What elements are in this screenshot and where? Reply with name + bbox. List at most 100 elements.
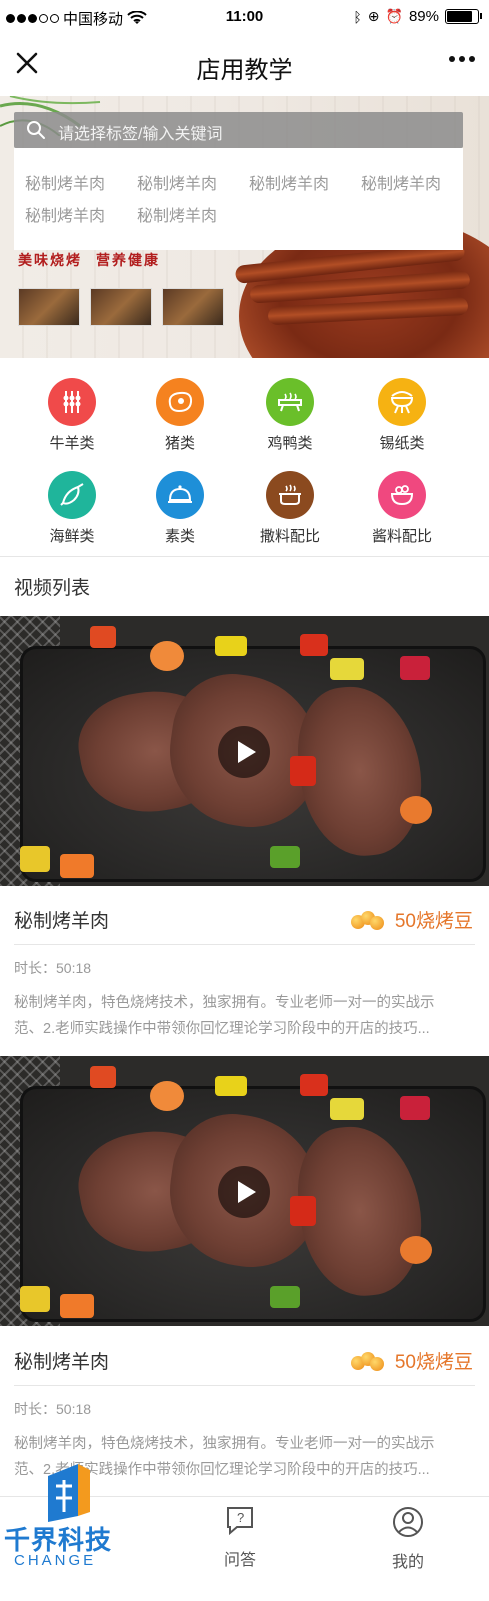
description-line: 秘制烤羊肉，特色烧烤技术，独家拥有。专业老师一对一的实战示 (14, 1436, 435, 1452)
vegetable-image (400, 1236, 432, 1264)
category-label: 锡纸类 (379, 435, 425, 452)
video-description: 秘制烤羊肉，特色烧烤技术，独家拥有。专业老师一对一的实战示 范、2.老师实践操作… (14, 990, 476, 1042)
category-label: 撒料配比 (259, 528, 320, 545)
tab-label: 问答 (223, 1552, 256, 1569)
category-vegetarian[interactable]: 素类 (125, 471, 235, 546)
vegetable-image (215, 1076, 247, 1096)
vegetable-image (300, 1074, 328, 1096)
category-icon-circle (48, 378, 96, 426)
vegetable-image (90, 626, 116, 648)
category-seasoning-ratio[interactable]: 撒料配比 (235, 471, 345, 546)
banner-thumbnail (90, 288, 152, 326)
video-thumbnail[interactable] (0, 1056, 489, 1326)
category-pork[interactable]: 猪类 (125, 378, 235, 453)
category-sauce-ratio[interactable]: 酱料配比 (347, 471, 457, 546)
vegetable-image (150, 641, 184, 671)
category-beef-lamb[interactable]: 牛羊类 (17, 378, 127, 453)
grill-tray-icon (278, 392, 302, 412)
category-grid: 牛羊类 猪类 鸡鸭类 锡纸类 海鲜类 素类 撒料配比 酱料配比 (0, 358, 489, 556)
play-icon[interactable] (218, 1166, 270, 1218)
vegetable-image (20, 846, 50, 872)
alarm-icon: ⏰ (385, 8, 403, 24)
category-poultry[interactable]: 鸡鸭类 (235, 378, 345, 453)
tag-suggestions: 秘制烤羊肉 秘制烤羊肉 秘制烤羊肉 秘制烤羊肉 秘制烤羊肉 秘制烤羊肉 (14, 148, 463, 250)
category-label: 猪类 (164, 435, 195, 452)
more-icon[interactable] (449, 56, 475, 62)
video-price: 50烧烤豆 (350, 906, 473, 933)
vegetable-image (330, 1098, 364, 1120)
description-line: 秘制烤羊肉，特色烧烤技术，独家拥有。专业老师一对一的实战示 (14, 995, 435, 1011)
description-line: 范、2.老师实践操作中带领你回忆理论学习阶段中的开店的技巧... (14, 1021, 430, 1037)
banner-slogan: 美味烧烤 (18, 252, 82, 268)
video-title[interactable]: 秘制烤羊肉 (14, 1347, 109, 1374)
status-right: ᛒ ⊕ ⏰ 89% (353, 8, 482, 25)
category-icon-circle (266, 471, 314, 519)
vegetable-image (90, 1066, 116, 1088)
vegetable-image (270, 846, 300, 868)
banner-thumbnails (18, 288, 224, 326)
battery-percent: 89% (408, 8, 439, 25)
brand-sub: CHANGE (14, 1552, 97, 1569)
search-bar[interactable]: 请选择标签/输入关键词 (14, 112, 463, 148)
video-title[interactable]: 秘制烤羊肉 (14, 906, 109, 933)
bbq-grill-icon (390, 391, 414, 414)
video-thumbnail[interactable] (0, 616, 489, 886)
tag-option[interactable]: 秘制烤羊肉 (25, 170, 105, 194)
vegetable-image (330, 658, 364, 680)
category-label: 海鲜类 (49, 528, 95, 545)
category-label: 牛羊类 (49, 435, 95, 452)
category-icon-circle (378, 378, 426, 426)
vegetable-image (215, 636, 247, 656)
svg-text:?: ? (237, 1510, 244, 1525)
category-label: 酱料配比 (371, 528, 432, 545)
tag-option[interactable]: 秘制烤羊肉 (137, 170, 217, 194)
coin-icon (350, 1350, 385, 1372)
vegetable-image (270, 1286, 300, 1308)
category-icon-circle (48, 471, 96, 519)
cloche-icon (168, 485, 192, 503)
card-divider (14, 944, 475, 945)
tag-option[interactable]: 秘制烤羊肉 (249, 170, 329, 194)
bluetooth-icon: ᛒ (353, 8, 362, 25)
page-title: 店用教学 (196, 57, 293, 84)
category-icon-circle (378, 471, 426, 519)
video-duration: 时长：50:18 (14, 1401, 92, 1417)
video-price: 50烧烤豆 (350, 1347, 473, 1374)
qa-icon: ? (227, 1507, 253, 1536)
play-icon[interactable] (218, 726, 270, 778)
vegetable-image (290, 1196, 316, 1226)
bowl-icon (390, 485, 414, 506)
banner-thumbnail (162, 288, 224, 326)
seafood-icon (60, 483, 84, 506)
skewers-icon (63, 391, 81, 413)
vegetable-image (60, 1294, 94, 1318)
category-label: 鸡鸭类 (267, 435, 313, 452)
vegetable-image (290, 756, 316, 786)
card-divider (14, 1385, 475, 1386)
category-label: 素类 (164, 528, 195, 545)
vegetable-image (400, 796, 432, 824)
tab-profile[interactable]: 我的 (358, 1505, 458, 1572)
vegetable-image (150, 1081, 184, 1111)
banner-slogan: 营养健康 (96, 252, 160, 268)
category-seafood[interactable]: 海鲜类 (17, 471, 127, 546)
profile-icon (393, 1507, 423, 1537)
banner-thumbnail (18, 288, 80, 326)
tag-option[interactable]: 秘制烤羊肉 (25, 202, 105, 226)
tag-option[interactable]: 秘制烤羊肉 (137, 202, 217, 226)
tab-label: 我的 (391, 1554, 424, 1571)
category-foil[interactable]: 锡纸类 (347, 378, 457, 453)
tab-qa[interactable]: ? 问答 (190, 1505, 290, 1570)
brand-logo-icon (48, 1464, 90, 1522)
vegetable-image (400, 1096, 430, 1120)
tag-option[interactable]: 秘制烤羊肉 (361, 170, 441, 194)
section-divider (0, 556, 489, 557)
category-icon-circle (266, 378, 314, 426)
vegetable-image (400, 656, 430, 680)
meat-icon (168, 391, 193, 413)
status-bar: 中国移动 11:00 ᛒ ⊕ ⏰ 89% (0, 0, 489, 34)
nav-bar: 店用教学 (0, 34, 489, 96)
brand-watermark: 千界科技 CHANGE (0, 1456, 130, 1600)
search-placeholder: 请选择标签/输入关键词 (58, 126, 223, 143)
category-icon-circle (156, 378, 204, 426)
